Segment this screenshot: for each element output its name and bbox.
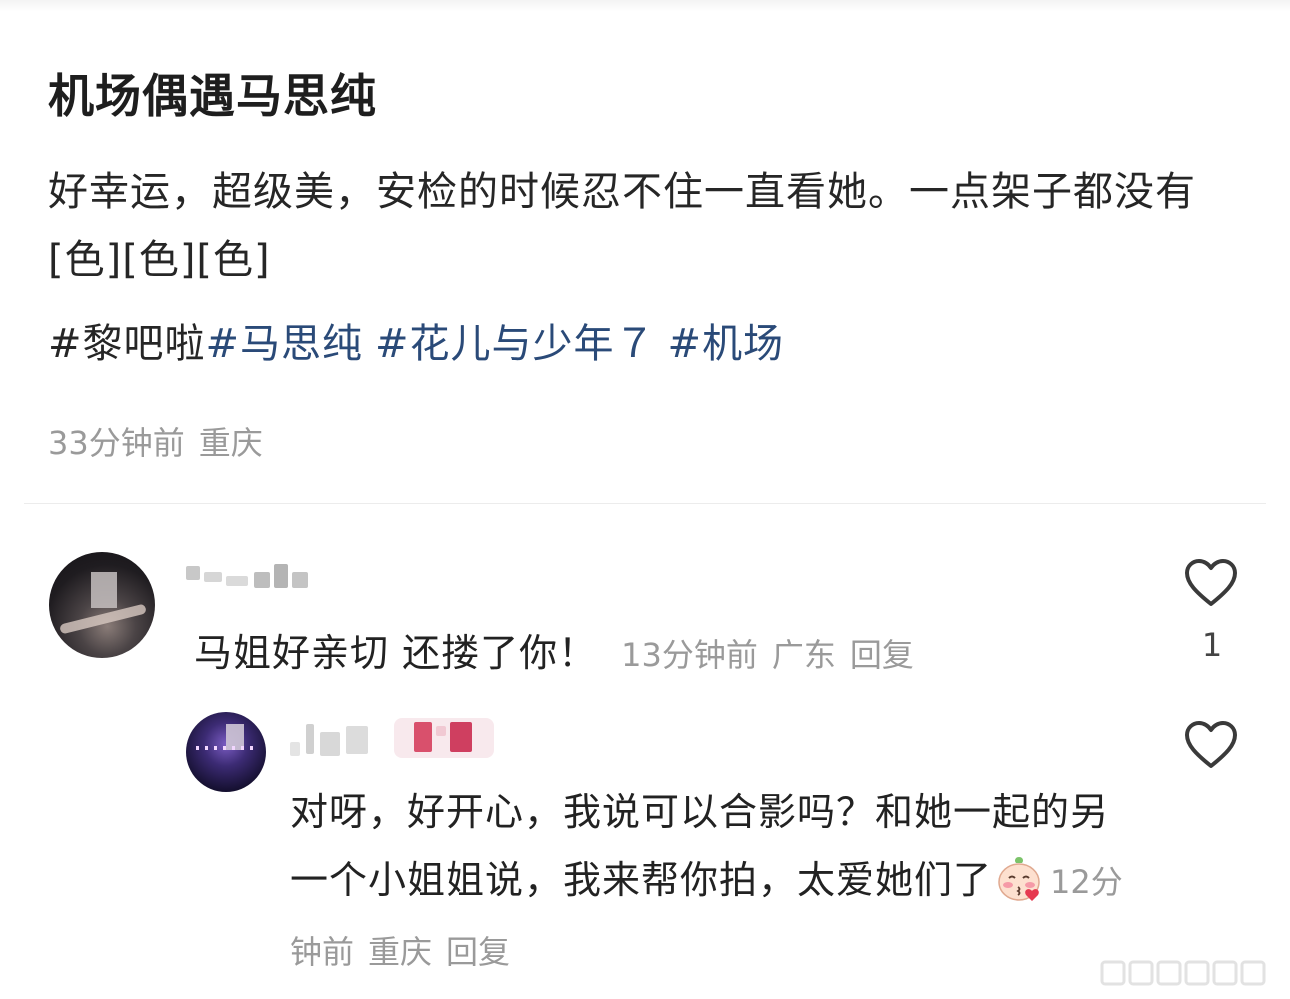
post-time: 33分钟前 bbox=[48, 424, 185, 462]
comment-meta: 13分钟前 广东 回复 bbox=[621, 636, 914, 674]
author-username-and-badge-blurred[interactable] bbox=[290, 718, 500, 758]
post-title: 机场偶遇马思纯 bbox=[48, 69, 377, 123]
reply-reply-button[interactable]: 回复 bbox=[446, 933, 510, 971]
author-avatar[interactable] bbox=[186, 712, 266, 792]
commenter-avatar[interactable] bbox=[49, 552, 155, 658]
hashtag-masichun[interactable]: #马思纯 bbox=[206, 321, 364, 367]
watermark-logo bbox=[1100, 960, 1266, 986]
comment-text: 马姐好亲切 还搂了你！ bbox=[194, 631, 598, 675]
post-body: 好幸运，超级美，安检的时候忍不住一直看她。一点架子都没有[色][色][色] bbox=[48, 169, 1196, 283]
avatar-mosaic bbox=[91, 572, 117, 608]
like-count: 1 bbox=[1201, 626, 1223, 664]
top-edge bbox=[0, 0, 1290, 12]
reply-text: 对呀，好开心，我说可以合影吗？和她一起的另一个小姐姐说，我来帮你拍，太爱她们了 bbox=[290, 790, 1110, 902]
post-location: 重庆 bbox=[198, 424, 263, 462]
hashtag-airport[interactable]: #机场 bbox=[668, 321, 785, 367]
avatar-detail bbox=[59, 603, 147, 635]
avatar-detail bbox=[196, 746, 256, 750]
hashtag-show[interactable]: #花儿与少年７ bbox=[375, 321, 656, 367]
author-reply: 对呀，好开心，我说可以合影吗？和她一起的另一个小姐姐说，我来帮你拍，太爱她们了 … bbox=[290, 778, 1130, 986]
hashtag-row: #黎吧啦#马思纯 #花儿与少年７ #机场 bbox=[48, 314, 796, 374]
heart-outline-icon[interactable] bbox=[1184, 558, 1238, 608]
comment-1: 马姐好亲切 还搂了你！ 13分钟前 广东 回复 bbox=[194, 622, 914, 677]
heart-outline-icon[interactable] bbox=[1184, 720, 1238, 770]
hashtag-lbl[interactable]: #黎吧啦 bbox=[48, 321, 206, 367]
comment-time: 13分钟前 bbox=[621, 636, 758, 674]
divider bbox=[24, 503, 1266, 504]
comment-reply-button[interactable]: 回复 bbox=[850, 636, 914, 674]
commenter-username-blurred[interactable] bbox=[186, 562, 314, 592]
comment-location: 广东 bbox=[771, 636, 836, 674]
blush-kiss-emoji bbox=[998, 857, 1040, 901]
post-meta: 33分钟前 重庆 bbox=[48, 418, 263, 464]
reply-location: 重庆 bbox=[368, 933, 433, 971]
